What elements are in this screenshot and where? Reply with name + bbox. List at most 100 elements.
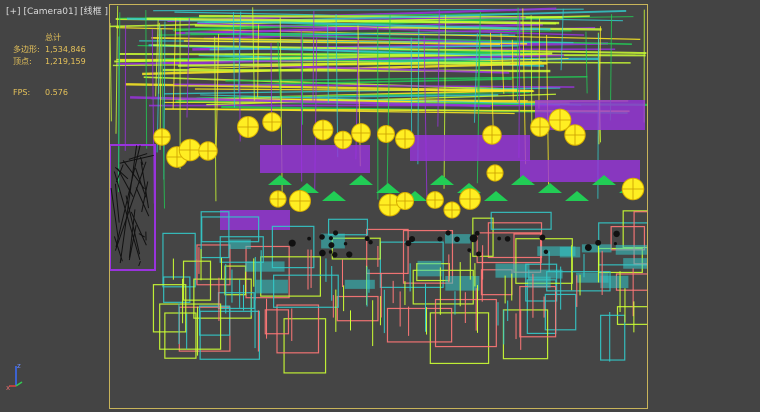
viewport-label: [+] [Camera01] [线框 ] [6,4,108,17]
furniture-wire [152,284,187,333]
canopy-block [260,145,370,173]
tableware [454,236,460,243]
tableware [307,236,311,241]
tableware [476,251,482,257]
stats-header: 总计 [45,33,61,42]
hanger-wire [489,32,494,130]
seat-cushion [600,275,629,289]
furniture-wire [600,314,626,361]
wall-hatch [135,187,150,217]
furniture-wire [526,279,557,335]
tableware [288,239,296,247]
furniture-wire [276,304,320,354]
lamp-shade [268,175,292,185]
safe-frame[interactable] [109,4,648,409]
vertices-label: 顶点: [13,57,32,66]
tableware [346,251,353,258]
viewport-shading-menu[interactable]: [线框 ] [80,7,108,17]
tableware [328,242,335,249]
tableware [343,241,348,246]
lamp-shade [376,183,400,193]
hanger-wire [215,34,220,149]
tableware [437,236,443,242]
seat-cushion [623,258,647,269]
hanger-wire [115,5,119,134]
lamp-shade [484,191,508,201]
tableware [497,236,502,241]
tableware [332,251,338,258]
furniture-wire [633,211,647,265]
tableware [543,249,549,254]
furniture-wire [224,265,247,296]
seat-cushion [344,279,375,289]
fps-label: FPS: [13,88,31,97]
furniture-wire [283,318,327,374]
polygons-value: 1,534,846 [45,45,86,54]
lamp-shade [538,183,562,193]
wall-hatch [114,161,147,251]
tableware [584,244,592,251]
statistics-overlay: 总计 多边形: 1,534,846 顶点: 1,219,159 FPS: 0.5… [13,32,86,99]
furniture-wire [487,222,543,259]
hanger-wire [585,31,588,94]
viewport-plus-menu[interactable]: [+] [6,7,21,17]
stats-polygons: 多边形: 1,534,846 [13,44,86,56]
furniture-wire [502,309,549,360]
furniture-wire [429,312,490,365]
tableware [319,234,325,240]
ceiling-beam [119,53,646,57]
tableware [319,249,326,257]
lamp-shade [430,175,454,185]
canopy-block [220,210,290,230]
axis-z-label: z [17,362,21,370]
tableware [539,234,546,241]
seat-cushion [228,239,251,250]
tableware [333,230,339,236]
lamp-shade [322,191,346,201]
wall-hatch [138,260,141,267]
seat-cushion [495,263,530,278]
furniture-wire [386,307,453,343]
vertices-value: 1,219,159 [45,57,86,66]
lamp-shade [349,175,373,185]
tableware [469,234,478,243]
hanger-wire [530,15,533,128]
stats-fps: FPS: 0.576 [13,87,86,99]
tableware [405,240,412,247]
stats-vertices: 顶点: 1,219,159 [13,56,86,68]
tableware [613,230,620,238]
wall-hatch [110,187,119,240]
tableware [595,239,602,246]
axis-x-label: x [6,384,10,390]
lamp-shade [565,191,589,201]
seat-cushion [445,275,480,291]
tableware [504,236,511,242]
tableware [467,248,472,253]
polygons-label: 多边形: [13,45,40,54]
seat-cushion [527,276,551,288]
ceiling-beam [162,68,551,73]
canopy-block [520,160,640,182]
viewport-camera-menu[interactable]: [Camera01] [23,7,77,17]
seat-cushion [559,246,581,258]
fps-value: 0.576 [45,88,68,97]
hanger-wire [538,18,541,109]
tableware [364,236,370,242]
furniture-wire [199,305,231,336]
tableware [445,230,451,236]
canopy-block [410,135,530,161]
wireframe-scene[interactable] [110,5,648,409]
hanger-wire [516,7,519,102]
seat-cushion [417,260,442,277]
axis-gizmo-icon: z x [6,362,23,390]
furniture-wire [490,211,552,230]
tableware [368,239,373,245]
furniture-wire [434,298,497,348]
wall-hatch [115,145,141,248]
seat-cushion [615,244,647,255]
hanger-wire [145,9,148,149]
tableware [328,236,333,241]
hanger-wire [110,23,112,122]
tableware [613,242,617,246]
hanger-wire [270,42,273,121]
